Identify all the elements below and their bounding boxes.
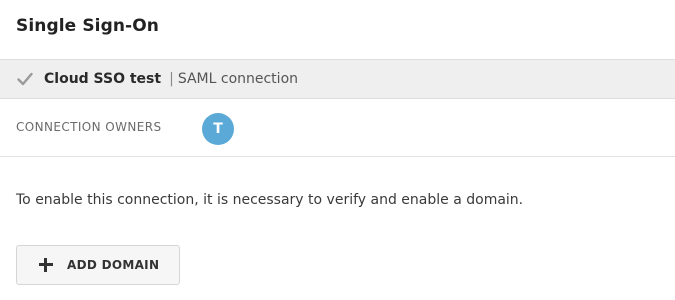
connection-owners-label: CONNECTION OWNERS: [16, 120, 162, 134]
owner-avatar[interactable]: T: [202, 113, 234, 145]
enable-domain-message: To enable this connection, it is necessa…: [16, 192, 524, 208]
connection-header: Cloud SSO test | SAML connection: [0, 59, 675, 99]
connection-owners-row: CONNECTION OWNERS T: [0, 99, 675, 157]
connection-name: Cloud SSO test: [44, 71, 162, 87]
add-domain-button[interactable]: ADD DOMAIN: [16, 245, 180, 285]
connection-type: SAML connection: [177, 71, 299, 87]
sso-page: Single Sign-On Cloud SSO test | SAML con…: [0, 0, 675, 300]
check-icon: [16, 70, 34, 88]
plus-icon: [39, 258, 53, 272]
connection-separator: |: [169, 71, 174, 87]
add-domain-label: ADD DOMAIN: [67, 258, 160, 272]
page-title: Single Sign-On: [16, 16, 159, 36]
